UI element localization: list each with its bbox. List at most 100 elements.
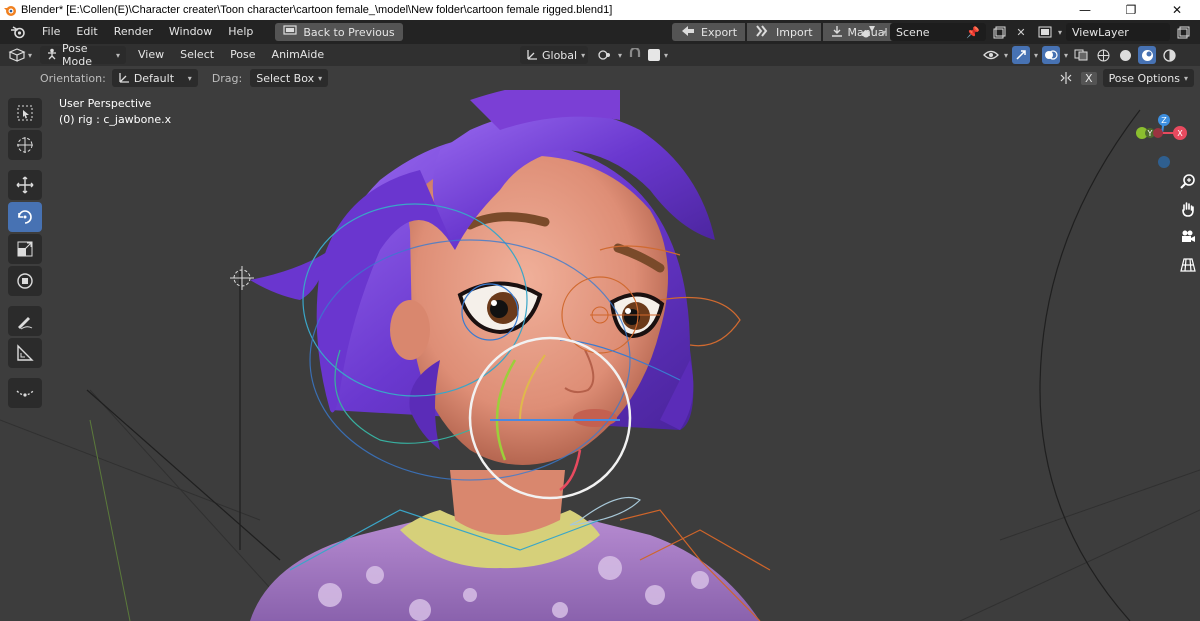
remove-scene-icon[interactable]: ✕ [1012, 23, 1030, 41]
chevron-down-icon: ▾ [581, 50, 586, 60]
menu-pose[interactable]: Pose [222, 44, 263, 66]
zoom-button[interactable] [1176, 170, 1200, 192]
blender-app-icon [4, 6, 16, 16]
snap-target-icon[interactable] [648, 49, 661, 61]
import-label: Import [776, 25, 813, 39]
orientation-icon [526, 48, 538, 63]
orientation-label: Orientation: [40, 71, 106, 85]
download-icon [831, 25, 843, 40]
ortho-toggle-button[interactable] [1176, 254, 1200, 276]
window-title: Blender* [E:\Collen(E)\Character creater… [21, 4, 613, 16]
chevron-down-icon: ▾ [618, 50, 623, 60]
view-layer-name-field[interactable]: ViewLayer [1066, 23, 1171, 41]
annotate-icon [18, 317, 33, 330]
screen-icon [283, 25, 297, 39]
viewport-scene [0, 90, 1200, 621]
scene-name-field[interactable]: Scene 📌 [890, 23, 987, 41]
menu-file[interactable]: File [34, 20, 68, 44]
chevron-down-icon: ▾ [882, 27, 887, 37]
measure-tool[interactable] [8, 338, 42, 368]
menu-render[interactable]: Render [106, 20, 161, 44]
rendered-shading-icon[interactable] [1160, 46, 1178, 64]
menu-view[interactable]: View [130, 44, 172, 66]
cursor-tool[interactable] [8, 130, 42, 160]
pose-options-label: Pose Options [1108, 71, 1180, 85]
chevron-down-icon: ▾ [187, 73, 192, 83]
chevron-down-icon: ▾ [1058, 27, 1063, 37]
view-layer-icon[interactable] [1036, 23, 1054, 41]
relax-tool[interactable] [8, 378, 42, 408]
tool-settings-bar: Orientation: Default ▾ Drag: Select Box … [0, 66, 1200, 90]
transform-orientation-selector[interactable]: Global ▾ [520, 46, 588, 64]
window-title-bar: Blender* [E:\Collen(E)\Character creater… [0, 0, 1200, 20]
pose-mode-icon [46, 48, 58, 63]
top-menu-bar: File Edit Render Window Help Back to Pre… [0, 20, 1200, 44]
export-button[interactable]: Export [672, 23, 746, 41]
export-icon [680, 25, 696, 40]
back-to-previous-button[interactable]: Back to Previous [275, 23, 403, 41]
grid-icon [1180, 258, 1196, 272]
pose-options-dropdown[interactable]: Pose Options ▾ [1102, 69, 1194, 87]
menu-help[interactable]: Help [220, 20, 261, 44]
measure-icon [17, 344, 34, 361]
menu-edit[interactable]: Edit [68, 20, 105, 44]
visibility-icon[interactable] [982, 46, 1000, 64]
viewport-shading-group: ▾ ▾ ▾ [982, 46, 1178, 64]
wireframe-shading-icon[interactable] [1094, 46, 1112, 64]
select-box-icon [17, 105, 33, 121]
pivot-point-icon[interactable] [596, 46, 614, 64]
camera-view-button[interactable] [1176, 226, 1200, 248]
xray-toggle-icon[interactable] [1072, 46, 1090, 64]
mirror-x-toggle[interactable]: X [1081, 71, 1097, 85]
tool-shelf [8, 98, 42, 408]
orientation-axis-icon [118, 71, 130, 86]
overlay-toggle-icon[interactable] [1042, 46, 1061, 64]
drag-value: Select Box [256, 71, 315, 85]
editor-type-selector[interactable]: ▾ [8, 48, 32, 62]
transform-orientation-label: Global [542, 48, 578, 62]
chevron-down-icon: ▾ [664, 50, 669, 60]
rotate-tool[interactable] [8, 202, 42, 232]
rotate-icon [18, 210, 32, 224]
snap-icon[interactable] [626, 46, 644, 64]
remove-view-layer-icon[interactable]: ✕ [1196, 23, 1200, 41]
zoom-icon [1180, 174, 1195, 189]
chevron-down-icon: ▾ [318, 73, 323, 83]
export-label: Export [701, 25, 738, 39]
move-tool[interactable] [8, 170, 42, 200]
mode-selector[interactable]: Pose Mode ▾ [40, 42, 127, 68]
menu-select[interactable]: Select [172, 44, 222, 66]
relax-icon [16, 390, 34, 397]
close-window-button[interactable]: ✕ [1154, 0, 1200, 20]
transform-tool[interactable] [8, 266, 42, 296]
menu-window[interactable]: Window [161, 20, 220, 44]
drag-dropdown[interactable]: Select Box ▾ [250, 69, 329, 87]
maximize-button[interactable]: ❐ [1108, 0, 1154, 20]
material-preview-shading-icon[interactable] [1138, 46, 1157, 64]
navigation-gizmo[interactable]: Z X Y [1130, 112, 1194, 176]
new-view-layer-icon[interactable] [1174, 23, 1192, 41]
back-to-previous-label: Back to Previous [303, 25, 395, 39]
viewport-header: ▾ Pose Mode ▾ View Select Pose AnimAide … [0, 42, 1200, 68]
gizmo-toggle-icon[interactable] [1012, 46, 1031, 64]
minimize-button[interactable]: — [1062, 0, 1108, 20]
orientation-dropdown[interactable]: Default ▾ [111, 69, 198, 87]
pan-button[interactable] [1176, 198, 1200, 220]
chevron-down-icon: ▾ [1183, 73, 1188, 83]
3d-viewport[interactable]: User Perspective (0) rig : c_jawbone.x [0, 90, 1200, 621]
blender-logo-icon[interactable] [8, 24, 28, 40]
import-button[interactable]: Import [747, 23, 821, 41]
scale-tool[interactable] [8, 234, 42, 264]
mode-label: Pose Mode [62, 42, 92, 68]
mirror-icon[interactable] [1057, 69, 1075, 87]
solid-shading-icon[interactable] [1116, 46, 1134, 64]
menu-animaide[interactable]: AnimAide [264, 44, 333, 66]
pin-icon[interactable]: 📌 [966, 26, 980, 39]
scene-icon[interactable] [860, 23, 878, 41]
chevron-down-icon: ▾ [28, 50, 33, 60]
annotate-tool[interactable] [8, 306, 42, 336]
y-axis-label: Y [1147, 129, 1153, 138]
select-box-tool[interactable] [8, 98, 42, 128]
new-scene-icon[interactable] [990, 23, 1008, 41]
transform-icon [17, 273, 33, 289]
